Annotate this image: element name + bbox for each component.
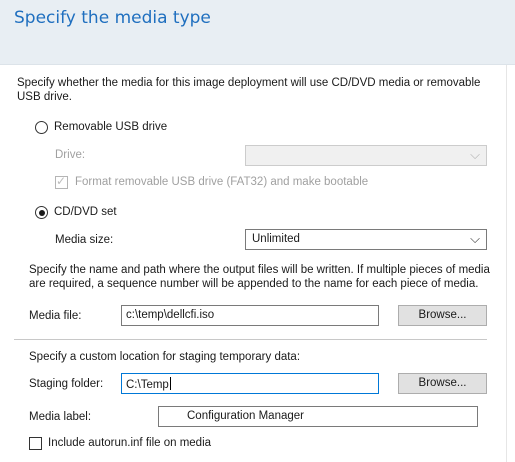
autorun-label[interactable]: Include autorun.inf file on media: [48, 437, 211, 449]
chevron-down-icon: ⌵: [470, 147, 480, 162]
intro-text: Specify whether the media for this image…: [17, 77, 481, 103]
format-usb-label[interactable]: Format removable USB drive (FAT32) and m…: [75, 176, 368, 188]
panel-divider: [506, 65, 507, 462]
media-size-select[interactable]: Unlimited ⌵: [245, 229, 487, 250]
media-label-input[interactable]: Configuration Manager: [158, 406, 478, 427]
drive-select[interactable]: ⌵: [245, 145, 487, 166]
page-title: Specify the media type: [14, 8, 211, 28]
usb-radio[interactable]: [35, 121, 48, 134]
media-size-value: Unlimited: [252, 233, 300, 245]
staging-folder-input[interactable]: C:\Temp: [121, 373, 379, 394]
staging-folder-browse-button[interactable]: Browse...: [398, 373, 487, 394]
media-file-label: Media file:: [29, 310, 82, 322]
media-label-label: Media label:: [29, 411, 92, 423]
drive-label: Drive:: [55, 149, 86, 161]
section-separator: [14, 339, 487, 341]
media-label-value: Configuration Manager: [187, 410, 304, 422]
checkmark-icon: ✓: [56, 174, 67, 188]
media-file-browse-button[interactable]: Browse...: [398, 305, 487, 326]
autorun-checkbox[interactable]: [29, 437, 42, 450]
usb-radio-label[interactable]: Removable USB drive: [54, 121, 167, 133]
media-file-input[interactable]: c:\temp\dellcfi.iso: [121, 305, 379, 326]
media-file-value: c:\temp\dellcfi.iso: [126, 309, 215, 321]
text-caret: [169, 377, 171, 390]
media-size-label: Media size:: [55, 234, 114, 246]
cd-dvd-radio-label[interactable]: CD/DVD set: [54, 206, 117, 218]
staging-folder-label: Staging folder:: [29, 378, 104, 390]
staging-note: Specify a custom location for staging te…: [29, 351, 301, 363]
staging-folder-value: C:\Temp: [126, 377, 171, 391]
cd-dvd-radio[interactable]: [35, 206, 48, 219]
chevron-down-icon: ⌵: [470, 231, 480, 246]
output-note: Specify the name and path where the outp…: [29, 264, 490, 290]
format-usb-checkbox[interactable]: ✓: [55, 174, 68, 189]
page-header: Specify the media type: [0, 0, 515, 65]
